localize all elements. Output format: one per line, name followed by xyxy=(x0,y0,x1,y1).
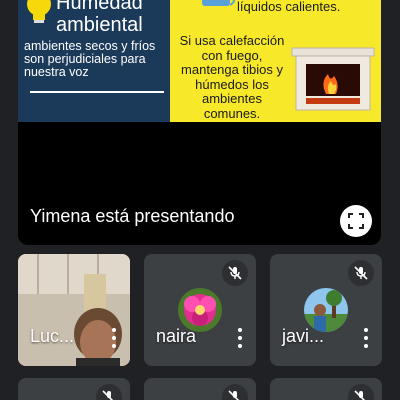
slide-divider xyxy=(30,91,164,93)
presenting-label: Yimena está presentando xyxy=(30,206,235,226)
slide-right-panel: líquidos calientes. Si usa calefacción c… xyxy=(170,0,381,122)
participant-tile[interactable] xyxy=(144,378,256,400)
more-options-button[interactable] xyxy=(110,328,118,348)
slide-left-text: ambientes secos y fríos son perjudiciale… xyxy=(24,39,156,79)
participant-tile-naira[interactable]: naira xyxy=(144,254,256,366)
participant-name: javi... xyxy=(282,326,325,346)
mic-off-icon xyxy=(96,384,122,400)
participant-name: naira xyxy=(156,326,197,346)
fullscreen-button[interactable] xyxy=(340,205,372,237)
mic-off-icon xyxy=(222,260,248,286)
fullscreen-icon xyxy=(348,213,364,229)
slide-right-top-text: líquidos calientes. xyxy=(237,0,341,14)
participant-tile-luc[interactable]: Luc... xyxy=(18,254,130,366)
mic-off-icon xyxy=(222,384,248,400)
presentation-view[interactable]: Humedad ambiental ambientes secos y frío… xyxy=(18,0,381,245)
participant-tile-javi[interactable]: javi... xyxy=(270,254,382,366)
participant-name: Luc... xyxy=(30,326,75,346)
mic-off-icon xyxy=(348,384,374,400)
participant-video-feed xyxy=(18,254,130,366)
fireplace-icon xyxy=(291,47,375,111)
more-options-button[interactable] xyxy=(236,328,244,348)
slide-title: Humedad ambiental xyxy=(56,0,143,36)
cup-icon xyxy=(202,0,235,6)
lightbulb-icon xyxy=(27,0,51,23)
mic-off-icon xyxy=(348,260,374,286)
participant-tile[interactable] xyxy=(270,378,382,400)
slide-left-panel: Humedad ambiental ambientes secos y frío… xyxy=(18,0,170,122)
participant-tile[interactable] xyxy=(18,378,130,400)
slide-right-main-text: Si usa calefacción con fuego, mantenga t… xyxy=(179,33,285,121)
more-options-button[interactable] xyxy=(362,328,370,348)
